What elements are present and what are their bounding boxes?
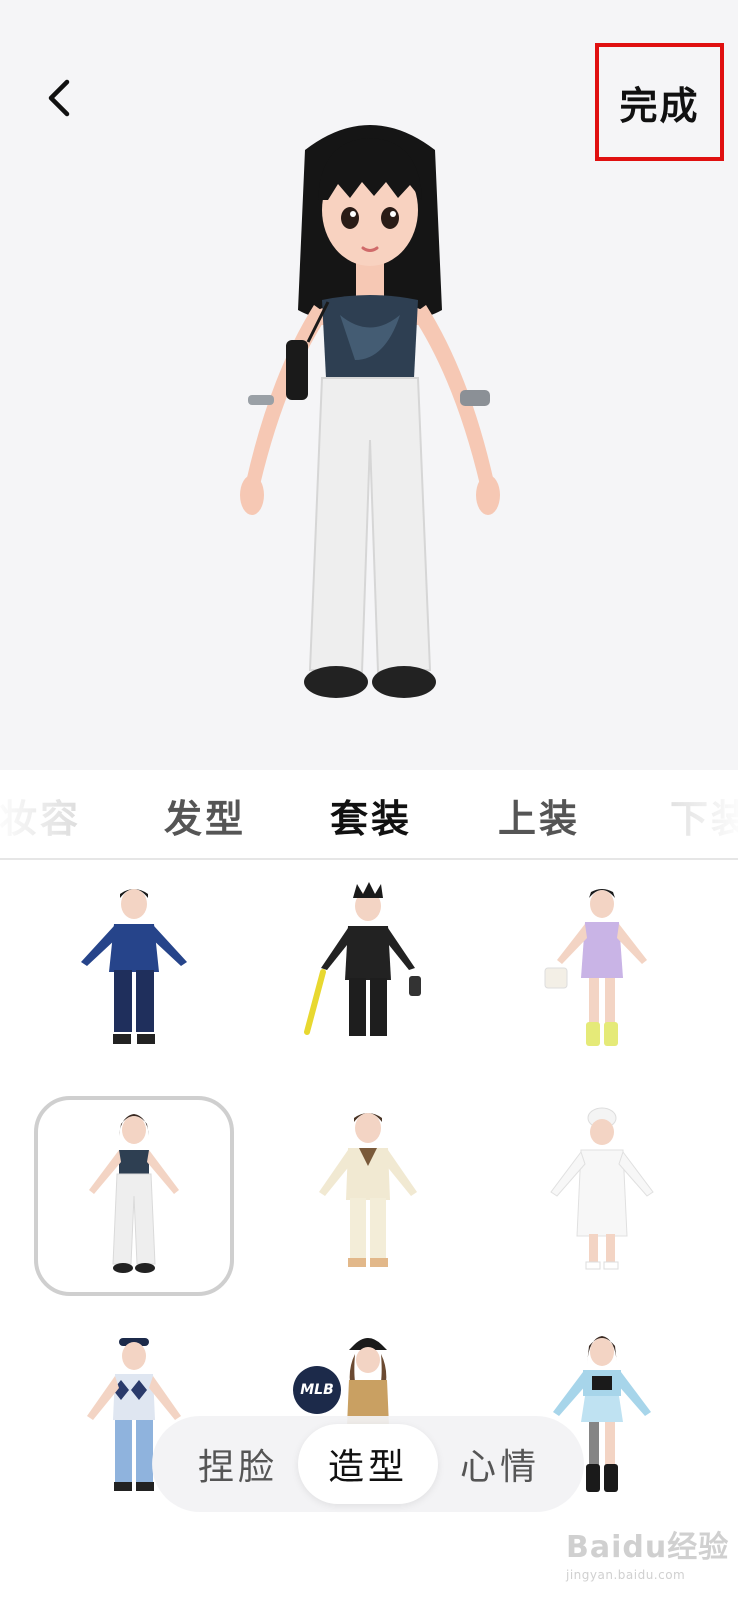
tab-tops[interactable]: 上装 bbox=[484, 770, 594, 858]
watermark-sub-text: jingyan.baidu.com bbox=[566, 1568, 686, 1582]
outfit-thumbnail bbox=[81, 889, 187, 1044]
chevron-left-icon bbox=[48, 79, 70, 117]
done-button[interactable]: 完成 bbox=[595, 43, 724, 161]
outfit-item-black-suit-bat[interactable] bbox=[268, 872, 468, 1072]
mode-mood-button[interactable]: 心情 bbox=[430, 1424, 570, 1504]
mode-face-sculpt-button[interactable]: 捏脸 bbox=[168, 1424, 308, 1504]
watermark-main-text: Baidu经验 bbox=[566, 1530, 730, 1565]
outfit-item-cream-sailor[interactable] bbox=[268, 1096, 468, 1296]
outfit-item-white-bathrobe[interactable] bbox=[502, 1096, 702, 1296]
tab-bottoms[interactable]: 下装 bbox=[656, 770, 738, 858]
back-button[interactable] bbox=[36, 70, 80, 126]
outfit-item-tube-top-white-pants[interactable] bbox=[34, 1096, 234, 1296]
category-tab-bar: 妆容 发型 套装 上装 下装 bbox=[0, 770, 738, 860]
mlb-brand-badge: MLB bbox=[293, 1366, 341, 1414]
tab-hairstyle[interactable]: 发型 bbox=[150, 770, 260, 858]
outfit-thumbnail bbox=[89, 1114, 179, 1273]
outfit-thumbnail bbox=[319, 1113, 417, 1267]
baidu-watermark: Baidu经验 jingyan.baidu.com bbox=[566, 1522, 736, 1592]
mode-switcher: 捏脸 造型 心情 bbox=[152, 1416, 584, 1512]
outfit-item-lilac-dress[interactable] bbox=[502, 872, 702, 1072]
outfit-thumbnail bbox=[544, 889, 647, 1046]
outfit-thumbnail bbox=[304, 882, 421, 1036]
avatar-preview-area: 完成 bbox=[0, 0, 738, 770]
avatar-3d-preview bbox=[240, 125, 500, 698]
mode-styling-button[interactable]: 造型 bbox=[298, 1424, 438, 1504]
outfit-thumbnail bbox=[550, 1107, 654, 1270]
tab-outfit-set[interactable]: 套装 bbox=[316, 770, 426, 858]
tab-makeup[interactable]: 妆容 bbox=[0, 770, 90, 858]
outfit-item-blue-denim-jacket[interactable] bbox=[34, 872, 234, 1072]
